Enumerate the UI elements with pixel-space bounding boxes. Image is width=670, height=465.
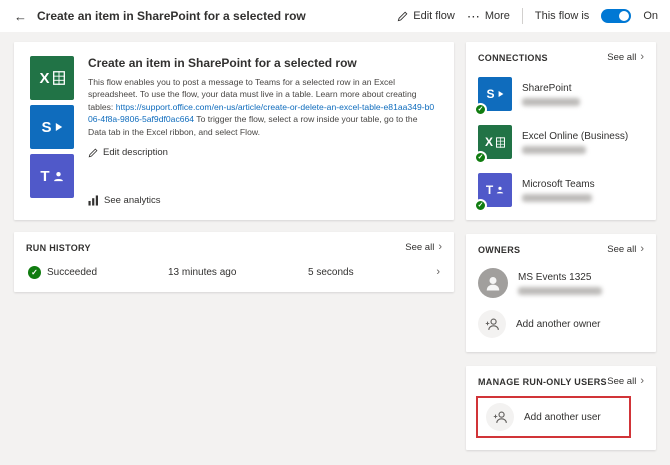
run-history-see-all[interactable]: See all ›: [405, 242, 442, 253]
owner-name: MS Events 1325: [518, 272, 602, 283]
edit-flow-label: Edit flow: [413, 10, 455, 22]
edit-flow-button[interactable]: Edit flow: [397, 10, 455, 22]
spreadsheet-glyph: [53, 71, 65, 85]
connection-name: Excel Online (Business): [522, 131, 628, 142]
highlight-annotation: Add another user: [476, 396, 631, 438]
connection-item[interactable]: S ✓ SharePoint: [466, 70, 656, 118]
add-owner-label: Add another owner: [516, 319, 601, 330]
connections-title: CONNECTIONS: [478, 53, 548, 63]
run-only-users-see-all[interactable]: See all ›: [607, 376, 644, 387]
spreadsheet-glyph: [496, 137, 505, 148]
redacted-text: [522, 98, 580, 106]
connections-see-all[interactable]: See all ›: [607, 52, 644, 63]
sharepoint-icon: S: [30, 105, 74, 149]
flow-state-value: On: [643, 10, 658, 22]
run-status-label: Succeeded: [47, 267, 97, 278]
add-person-icon: [478, 310, 506, 338]
connection-item[interactable]: X ✓ Excel Online (Business): [466, 118, 656, 166]
toggle-knob: [619, 11, 629, 21]
owners-see-all[interactable]: See all ›: [607, 244, 644, 255]
connection-name: SharePoint: [522, 83, 580, 94]
person-glyph: [496, 186, 504, 194]
edit-icon: [397, 11, 408, 22]
add-user-label: Add another user: [524, 412, 601, 423]
more-icon: ⋯: [467, 10, 480, 23]
person-glyph: [53, 171, 64, 182]
excel-icon: X: [30, 56, 74, 100]
run-only-users-title: MANAGE RUN-ONLY USERS: [478, 377, 607, 387]
redacted-text: [518, 287, 602, 295]
run-duration: 5 seconds: [308, 267, 436, 278]
connection-name: Microsoft Teams: [522, 179, 595, 190]
edit-icon: [88, 148, 98, 158]
see-analytics-label: See analytics: [104, 195, 161, 206]
owners-card: OWNERS See all › MS Events 1325: [466, 234, 656, 352]
analytics-icon: [88, 195, 99, 206]
chevron-right-icon: ›: [436, 267, 440, 278]
arrow-glyph: [55, 122, 63, 132]
connected-check-icon: ✓: [474, 199, 487, 212]
owners-title: OWNERS: [478, 245, 520, 255]
person-silhouette-icon: [483, 273, 503, 293]
run-history-card: RUN HISTORY See all › ✓ Succeeded 13 min…: [14, 232, 454, 292]
page-title: Create an item in SharePoint for a selec…: [37, 9, 306, 23]
back-button[interactable]: ←: [12, 9, 33, 24]
connections-card: CONNECTIONS See all › S ✓ SharePoint: [466, 42, 656, 220]
run-history-title: RUN HISTORY: [26, 243, 91, 253]
arrow-glyph: [498, 90, 504, 98]
edit-description-button[interactable]: Edit description: [88, 147, 168, 158]
flow-title: Create an item in SharePoint for a selec…: [88, 56, 438, 70]
teams-icon: T ✓: [478, 173, 512, 207]
see-analytics-button[interactable]: See analytics: [88, 195, 161, 206]
add-user-button[interactable]: Add another user: [480, 401, 607, 433]
connected-check-icon: ✓: [474, 103, 487, 116]
redacted-text: [522, 146, 586, 154]
connection-item[interactable]: T ✓ Microsoft Teams: [466, 166, 656, 214]
flow-body: Create an item in SharePoint for a selec…: [88, 56, 438, 206]
left-column: X S T Create an item in SharePoint for a…: [14, 42, 454, 450]
flow-description: This flow enables you to post a message …: [88, 76, 438, 138]
connected-check-icon: ✓: [474, 151, 487, 164]
run-status: ✓ Succeeded: [28, 266, 168, 279]
run-time: 13 minutes ago: [168, 267, 308, 278]
header-divider: [522, 8, 523, 24]
chevron-right-icon: ›: [438, 242, 442, 253]
more-button[interactable]: ⋯ More: [467, 10, 510, 23]
add-owner-button[interactable]: Add another owner: [466, 304, 656, 344]
avatar: [478, 268, 508, 298]
run-only-users-card: MANAGE RUN-ONLY USERS See all › Add anot…: [466, 366, 656, 450]
excel-icon: X ✓: [478, 125, 512, 159]
chevron-right-icon: ›: [640, 244, 644, 255]
main-content: X S T Create an item in SharePoint for a…: [0, 32, 670, 450]
header-actions: Edit flow ⋯ More This flow is On: [397, 8, 658, 24]
flow-toggle[interactable]: [601, 9, 631, 23]
flow-state-label: This flow is: [535, 10, 589, 22]
redacted-text: [522, 194, 592, 202]
chevron-right-icon: ›: [640, 376, 644, 387]
chevron-right-icon: ›: [640, 52, 644, 63]
edit-description-label: Edit description: [103, 147, 168, 158]
top-header: ← Create an item in SharePoint for a sel…: [0, 0, 670, 32]
flow-icon-stack: X S T: [30, 56, 74, 206]
add-person-icon: [486, 403, 514, 431]
teams-icon: T: [30, 154, 74, 198]
succeeded-icon: ✓: [28, 266, 41, 279]
owner-item: MS Events 1325: [466, 262, 656, 304]
sharepoint-icon: S ✓: [478, 77, 512, 111]
run-history-row[interactable]: ✓ Succeeded 13 minutes ago 5 seconds ›: [14, 260, 454, 292]
flow-details-card: X S T Create an item in SharePoint for a…: [14, 42, 454, 220]
more-label: More: [485, 10, 510, 22]
right-column: CONNECTIONS See all › S ✓ SharePoint: [466, 42, 656, 450]
